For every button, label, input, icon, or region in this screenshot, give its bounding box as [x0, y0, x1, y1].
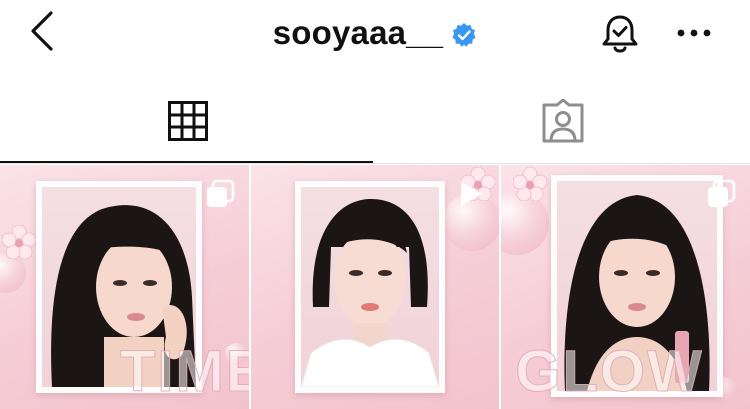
notifications-button[interactable] — [598, 12, 642, 56]
tagged-person-icon — [542, 99, 583, 143]
verified-badge-icon — [452, 23, 476, 47]
multiple-images-icon — [206, 179, 234, 207]
post-overlay-word: TIME — [120, 339, 249, 405]
post-thumbnail-3[interactable]: GLOW — [501, 165, 750, 409]
portrait-image — [300, 187, 439, 387]
tab-tagged[interactable] — [375, 78, 750, 164]
more-horizontal-icon — [677, 29, 711, 37]
grid-icon — [167, 101, 208, 141]
more-options-button[interactable] — [672, 18, 716, 48]
profile-tabs — [0, 78, 750, 164]
tab-divider — [0, 163, 750, 164]
post-thumbnail-1[interactable]: TIME — [0, 165, 249, 409]
flower-icon — [2, 225, 36, 259]
photo-frame — [294, 181, 445, 393]
decorative-bubble — [0, 253, 26, 293]
flower-icon — [513, 167, 548, 201]
tab-posts-grid[interactable] — [0, 78, 375, 164]
profile-header: sooyaaa__ — [0, 0, 750, 70]
portrait-illustration — [300, 199, 439, 387]
play-icon — [461, 182, 483, 206]
post-thumbnail-2[interactable] — [250, 165, 500, 409]
post-overlay-word: GLOW — [515, 339, 704, 405]
posts-grid: TIME GLOW — [0, 165, 750, 409]
multiple-images-icon — [708, 179, 736, 207]
bell-check-icon — [602, 15, 638, 53]
profile-username: sooyaaa__ — [272, 14, 444, 51]
